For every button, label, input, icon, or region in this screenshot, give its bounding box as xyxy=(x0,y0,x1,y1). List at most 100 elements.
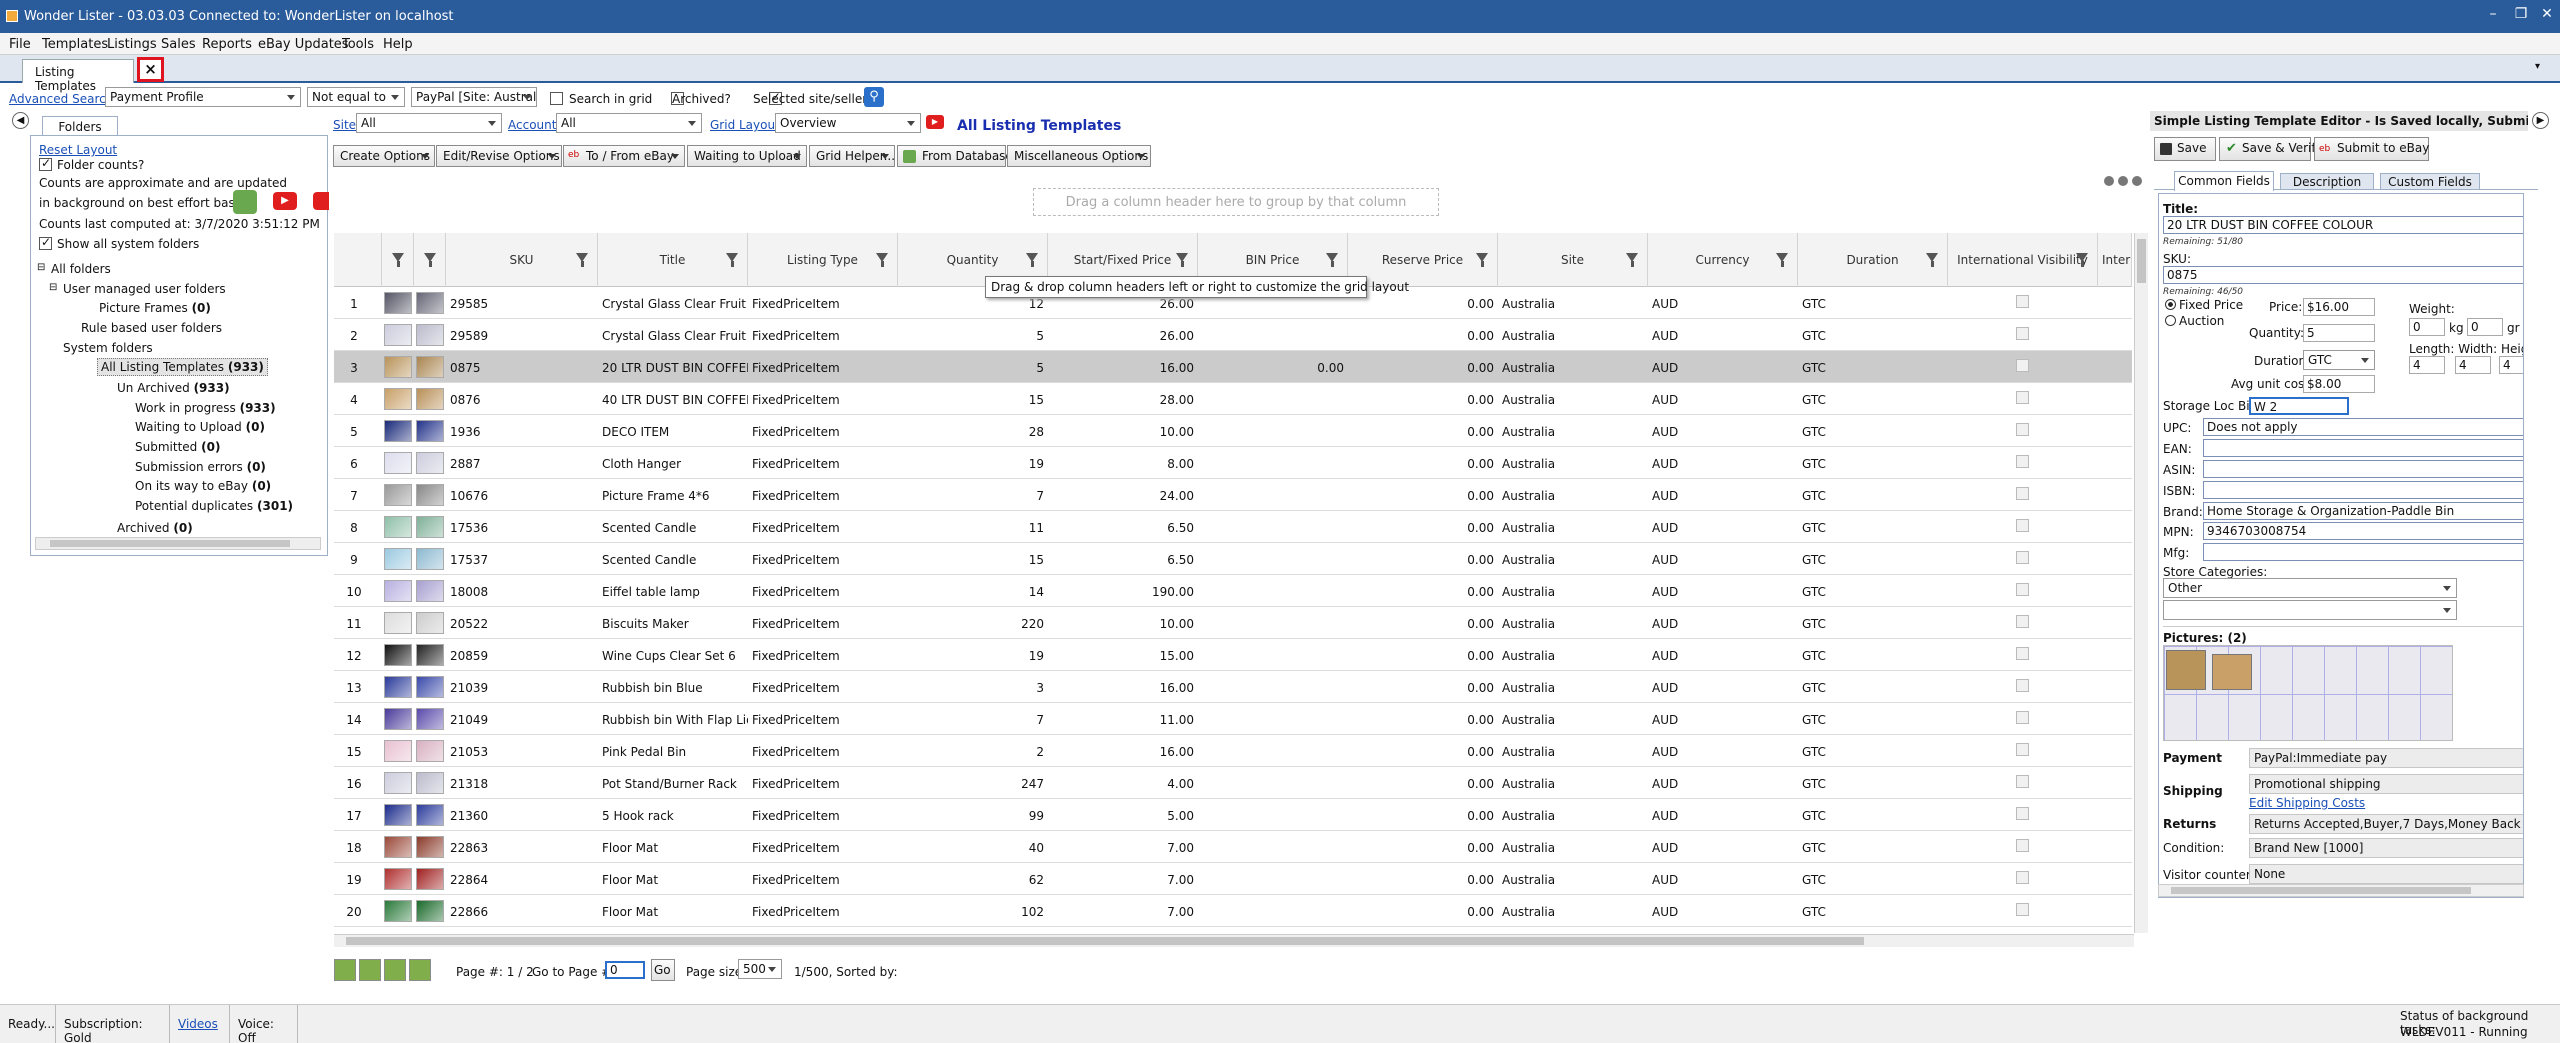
tree-system-folders[interactable]: System folders xyxy=(63,341,153,355)
cell-sku[interactable]: 29589 xyxy=(450,329,590,343)
cell-currency[interactable]: AUD xyxy=(1652,361,1792,375)
table-row[interactable]: 17 21360 5 Hook rack FixedPriceItem 99 5.00 0.… xyxy=(334,799,2132,831)
last-page-button[interactable] xyxy=(409,959,431,981)
table-row[interactable]: 13 21039 Rubbish bin Blue FixedPriceItem 3 16… xyxy=(334,671,2132,703)
cell-start-price[interactable]: 4.00 xyxy=(1054,777,1194,791)
cell-title[interactable]: 5 Hook rack xyxy=(602,809,748,823)
grid-option-dot[interactable] xyxy=(2132,176,2142,186)
filter-icon[interactable] xyxy=(1926,253,1938,267)
cell-reserve-price[interactable]: 0.00 xyxy=(1354,841,1494,855)
cell-duration[interactable]: GTC xyxy=(1802,425,1942,439)
tree-on-its-way[interactable]: On its way to eBay (0) xyxy=(135,479,271,493)
international-visibility-checkbox[interactable] xyxy=(2016,391,2029,404)
show-system-checkbox[interactable] xyxy=(39,235,52,250)
cell-sku[interactable]: 17537 xyxy=(450,553,590,567)
cell-duration[interactable]: GTC xyxy=(1802,713,1942,727)
page-size-select[interactable]: 500 xyxy=(738,959,782,979)
refresh-counts-icon[interactable] xyxy=(233,190,257,214)
item-thumbnail[interactable] xyxy=(384,324,412,346)
cell-currency[interactable]: AUD xyxy=(1652,297,1792,311)
cell-site[interactable]: Australia xyxy=(1502,361,1642,375)
table-row[interactable]: 20 22866 Floor Mat FixedPriceItem 102 7.00 0.0… xyxy=(334,895,2132,927)
table-row[interactable]: 10 18008 Eiffel table lamp FixedPriceItem 14… xyxy=(334,575,2132,607)
cell-duration[interactable]: GTC xyxy=(1802,841,1942,855)
cell-start-price[interactable]: 11.00 xyxy=(1054,713,1194,727)
cell-site[interactable]: Australia xyxy=(1502,585,1642,599)
scroll-thumb[interactable] xyxy=(2171,887,2471,894)
cell-row-number[interactable]: 4 xyxy=(334,393,374,407)
cell-duration[interactable]: GTC xyxy=(1802,361,1942,375)
international-visibility-checkbox[interactable] xyxy=(2016,615,2029,628)
international-visibility-checkbox[interactable] xyxy=(2016,903,2029,916)
cell-site[interactable]: Australia xyxy=(1502,777,1642,791)
submit-to-ebay-button[interactable]: eb Submit to eBay xyxy=(2314,137,2429,161)
folder-counts-checkbox[interactable] xyxy=(39,156,52,171)
international-visibility-checkbox[interactable] xyxy=(2016,295,2029,308)
cell-listing-type[interactable]: FixedPriceItem xyxy=(752,457,892,471)
mpn-input[interactable]: 9346703008754 xyxy=(2203,522,2523,540)
cell-currency[interactable]: AUD xyxy=(1652,681,1792,695)
videos-link[interactable]: Videos xyxy=(178,1017,218,1031)
cell-row-number[interactable]: 20 xyxy=(334,905,374,919)
table-row[interactable]: 8 17536 Scented Candle FixedPriceItem 11 6.50… xyxy=(334,511,2132,543)
cell-row-number[interactable]: 2 xyxy=(334,329,374,343)
cell-quantity[interactable]: 247 xyxy=(904,777,1044,791)
cell-quantity[interactable]: 3 xyxy=(904,681,1044,695)
cell-sku[interactable]: 20522 xyxy=(450,617,590,631)
restore-icon[interactable]: ❐ xyxy=(2510,6,2532,22)
cell-title[interactable]: Floor Mat xyxy=(602,841,748,855)
table-row[interactable]: 12 20859 Wine Cups Clear Set 6 FixedPriceIt… xyxy=(334,639,2132,671)
cell-site[interactable]: Australia xyxy=(1502,329,1642,343)
filter-icon[interactable] xyxy=(1626,253,1638,267)
shipping-field[interactable]: Promotional shipping xyxy=(2249,774,2523,794)
item-thumbnail[interactable] xyxy=(384,580,412,602)
item-thumbnail[interactable] xyxy=(416,676,444,698)
tab-listing-templates[interactable]: Listing Templates xyxy=(22,59,134,93)
cell-title[interactable]: Pot Stand/Burner Rack xyxy=(602,777,748,791)
international-visibility-checkbox[interactable] xyxy=(2016,455,2029,468)
cell-site[interactable]: Australia xyxy=(1502,553,1642,567)
item-thumbnail[interactable] xyxy=(416,356,444,378)
menu-reports[interactable]: Reports xyxy=(202,37,252,52)
table-row[interactable]: 2 29589 Crystal Glass Clear Fruit Plat Fixe… xyxy=(334,319,2132,351)
cell-row-number[interactable]: 3 xyxy=(334,361,374,375)
cell-quantity[interactable]: 19 xyxy=(904,649,1044,663)
from-database-button[interactable]: From Database xyxy=(897,145,1013,167)
cell-title[interactable]: Rubbish bin Blue xyxy=(602,681,748,695)
cell-listing-type[interactable]: FixedPriceItem xyxy=(752,681,892,695)
cell-site[interactable]: Australia xyxy=(1502,425,1642,439)
cell-quantity[interactable]: 102 xyxy=(904,905,1044,919)
tree-work-in-progress[interactable]: Work in progress (933) xyxy=(135,401,276,415)
cell-reserve-price[interactable]: 0.00 xyxy=(1354,649,1494,663)
menu-file[interactable]: File xyxy=(9,37,31,52)
cell-row-number[interactable]: 19 xyxy=(334,873,374,887)
cell-reserve-price[interactable]: 0.00 xyxy=(1354,617,1494,631)
misc-options-button[interactable]: Miscellaneous Options xyxy=(1007,145,1151,167)
cell-duration[interactable]: GTC xyxy=(1802,393,1942,407)
cell-row-number[interactable]: 8 xyxy=(334,521,374,535)
close-window-icon[interactable]: ✕ xyxy=(2536,6,2558,22)
cell-currency[interactable]: AUD xyxy=(1652,393,1792,407)
length-input[interactable]: 4 xyxy=(2409,356,2445,374)
table-row[interactable]: 16 21318 Pot Stand/Burner Rack FixedPriceIt… xyxy=(334,767,2132,799)
cell-sku[interactable]: 0876 xyxy=(450,393,590,407)
cell-quantity[interactable]: 62 xyxy=(904,873,1044,887)
cell-currency[interactable]: AUD xyxy=(1652,457,1792,471)
cell-site[interactable]: Australia xyxy=(1502,745,1642,759)
tree-un-archived[interactable]: Un Archived (933) xyxy=(117,381,230,395)
menu-tools[interactable]: Tools xyxy=(342,37,374,52)
menu-listings[interactable]: Listings xyxy=(107,37,157,52)
cell-duration[interactable]: GTC xyxy=(1802,489,1942,503)
tab-common-fields[interactable]: Common Fields xyxy=(2174,171,2274,191)
cell-listing-type[interactable]: FixedPriceItem xyxy=(752,361,892,375)
cell-title[interactable]: Scented Candle xyxy=(602,553,748,567)
filter-icon[interactable] xyxy=(876,253,888,267)
edit-revise-options-button[interactable]: Edit/Revise Options xyxy=(436,145,562,167)
cell-listing-type[interactable]: FixedPriceItem xyxy=(752,329,892,343)
item-thumbnail[interactable] xyxy=(384,708,412,730)
filter-icon[interactable] xyxy=(1326,253,1338,267)
waiting-to-upload-button[interactable]: Waiting to Upload xyxy=(687,145,807,167)
cell-row-number[interactable]: 14 xyxy=(334,713,374,727)
picture-thumbnail[interactable] xyxy=(2212,654,2252,690)
grid-helper-button[interactable]: Grid Helper... xyxy=(809,145,895,167)
